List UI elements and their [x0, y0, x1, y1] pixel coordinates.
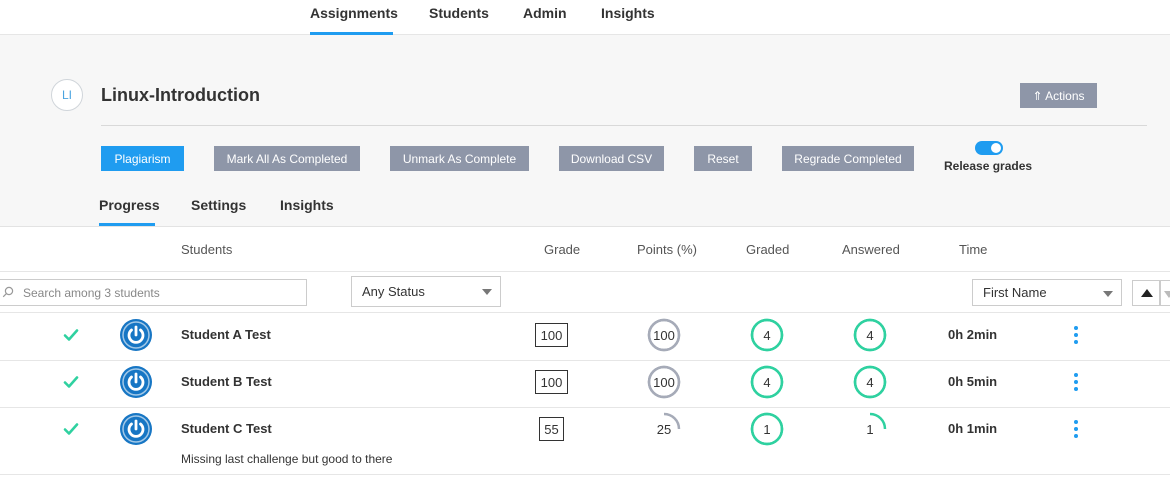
tab-students[interactable]: Students [429, 5, 489, 35]
release-grades-toggle[interactable] [975, 141, 1003, 155]
answered-value: 4 [866, 327, 874, 343]
graded-value: 4 [763, 374, 771, 390]
tab-assignments[interactable]: Assignments [310, 5, 398, 35]
check-icon-path [63, 329, 79, 341]
column-header-points: Points (%) [637, 242, 697, 257]
kebab-dot [1074, 434, 1078, 438]
release-grades-label: Release grades [944, 159, 1033, 173]
answered-progress: 1 [853, 412, 887, 446]
toggle-knob [991, 143, 1001, 153]
actions-button[interactable]: ⇑ Actions [1020, 83, 1097, 108]
plagiarism-button[interactable]: Plagiarism [101, 146, 184, 171]
kebab-dot [1074, 427, 1078, 431]
graded-progress: 1 [750, 412, 784, 446]
check-icon-path [63, 376, 79, 388]
kebab-dot [1074, 326, 1078, 330]
grade-value[interactable]: 100 [535, 370, 568, 394]
search-icon [2, 286, 14, 298]
table-row: Student C Test 55 25 1 1 0h 1min Missing last … [0, 407, 1170, 474]
points-value: 100 [653, 374, 675, 390]
column-header-grade: Grade [544, 242, 581, 257]
chevron-down-icon [482, 289, 492, 295]
time-spent: 0h 1min [948, 421, 998, 436]
more-options-icon[interactable] [1071, 373, 1081, 393]
regrade-completed-button[interactable]: Regrade Completed [782, 146, 914, 171]
download-csv-button[interactable]: Download CSV [559, 146, 664, 171]
points-value: 100 [653, 327, 675, 343]
student-avatar-power-icon [120, 366, 152, 398]
student-name[interactable]: Student B Test [181, 374, 272, 389]
grade-value[interactable]: 100 [535, 323, 568, 347]
graded-progress: 4 [750, 318, 784, 352]
student-name[interactable]: Student C Test [181, 421, 272, 436]
graded-progress: 4 [750, 365, 784, 399]
graded-value: 1 [763, 421, 771, 437]
check-icon-path [63, 423, 79, 435]
assignment-header: LI Linux-Introduction ⇑ Actions Plagiari… [0, 35, 1170, 227]
unmark-complete-button[interactable]: Unmark As Complete [390, 146, 529, 171]
arrow-down-icon [1164, 291, 1170, 298]
sort-descending-button[interactable] [1160, 280, 1170, 306]
grade-value[interactable]: 55 [539, 417, 564, 441]
time-spent: 0h 5min [948, 374, 998, 389]
reset-button[interactable]: Reset [694, 146, 752, 171]
kebab-dot [1074, 373, 1078, 377]
arrow-up-icon [1141, 289, 1153, 297]
check-icon [63, 376, 79, 388]
column-header-students: Students [181, 242, 233, 257]
chevron-down-icon [1103, 291, 1113, 297]
time-spent: 0h 2min [948, 327, 998, 342]
assignment-avatar: LI [51, 79, 83, 111]
points-progress: 100 [647, 365, 681, 399]
mark-all-completed-button[interactable]: Mark All As Completed [214, 146, 360, 171]
column-header-time: Time [959, 242, 988, 257]
row-separator [0, 474, 1170, 475]
kebab-dot [1074, 380, 1078, 384]
kebab-dot [1074, 387, 1078, 391]
check-icon [63, 329, 79, 341]
student-name[interactable]: Student A Test [181, 327, 271, 342]
tab-insights[interactable]: Insights [601, 5, 655, 35]
subtab-settings[interactable]: Settings [191, 197, 246, 226]
header-divider [101, 125, 1147, 126]
student-comment: Missing last challenge but good to there [181, 452, 393, 466]
points-progress: 100 [647, 318, 681, 352]
check-icon [63, 423, 79, 435]
points-value: 25 [656, 421, 672, 437]
table-row: Student B Test 100 100 4 4 0h 5min [0, 360, 1170, 407]
kebab-dot [1074, 333, 1078, 337]
student-search [0, 279, 307, 306]
kebab-dot [1074, 420, 1078, 424]
kebab-dot [1074, 340, 1078, 344]
sort-field-select[interactable]: First Name [972, 279, 1122, 306]
subtab-progress[interactable]: Progress [99, 197, 160, 226]
column-header-graded: Graded [746, 242, 790, 257]
column-header-answered: Answered [842, 242, 900, 257]
answered-value: 1 [866, 421, 874, 437]
more-options-icon[interactable] [1071, 326, 1081, 346]
student-avatar-power-icon [120, 319, 152, 351]
search-input[interactable] [23, 280, 303, 305]
answered-value: 4 [866, 374, 874, 390]
table-row: Student A Test 100 100 4 4 0h 2min [0, 313, 1170, 360]
answered-progress: 4 [853, 318, 887, 352]
status-filter-select[interactable]: Any Status [351, 276, 501, 307]
header-separator [0, 271, 1170, 272]
sort-field-value: First Name [983, 285, 1047, 300]
more-options-icon[interactable] [1071, 420, 1081, 440]
page-title: Linux-Introduction [101, 85, 260, 105]
subtab-insights[interactable]: Insights [280, 197, 334, 226]
graded-value: 4 [763, 327, 771, 343]
sort-ascending-button[interactable] [1132, 280, 1160, 306]
points-progress: 25 [647, 412, 681, 446]
student-avatar-power-icon [120, 413, 152, 445]
top-navigation: Assignments Students Admin Insights [0, 0, 1170, 35]
status-filter-value: Any Status [362, 284, 425, 299]
answered-progress: 4 [853, 365, 887, 399]
tab-admin[interactable]: Admin [523, 5, 567, 35]
